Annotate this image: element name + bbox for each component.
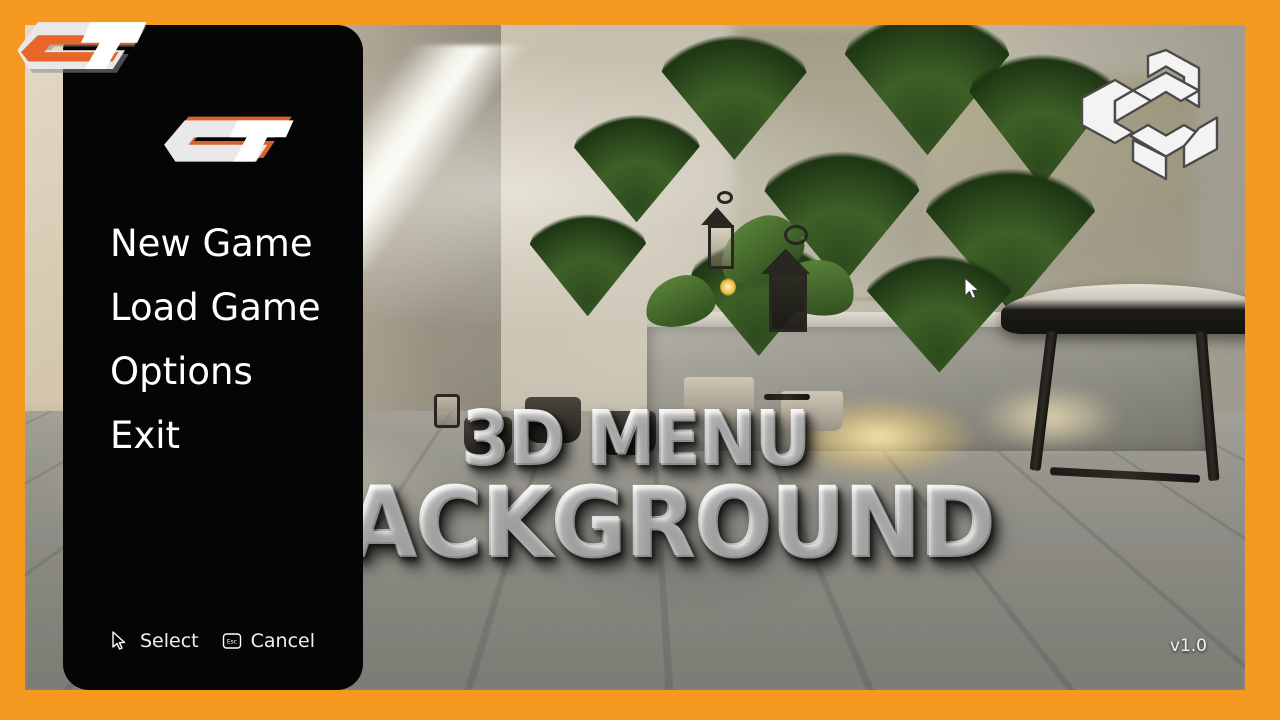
menu-item-options[interactable]: Options	[110, 353, 350, 390]
palm-fan-leaf	[864, 242, 1015, 373]
menu-item-new-game[interactable]: New Game	[110, 225, 350, 262]
main-menu-panel: New Game Load Game Options Exit Select E…	[63, 25, 363, 690]
floor-lantern	[433, 394, 460, 429]
mouse-pointer-icon	[964, 277, 980, 300]
menu-item-list: New Game Load Game Options Exit	[110, 225, 350, 481]
hint-select-label: Select	[140, 630, 199, 652]
unity-logo	[1080, 48, 1219, 181]
plant-pot	[683, 377, 754, 420]
menu-hint-bar: Select Esc Cancel	[110, 630, 315, 652]
st-logo-watermark	[17, 22, 147, 73]
menu-item-exit[interactable]: Exit	[110, 417, 350, 454]
plant-pot	[464, 417, 513, 456]
hint-cancel-label: Cancel	[250, 630, 315, 652]
plant-pot	[598, 410, 657, 455]
plant-pot	[525, 397, 582, 444]
lantern-handle	[783, 224, 808, 245]
hint-select: Select	[110, 630, 199, 652]
mouse-pointer-icon	[112, 631, 126, 650]
esc-key-icon: Esc	[222, 633, 241, 649]
app-window: 3D MENU BACKGROUND v1.0	[0, 0, 1280, 720]
hint-cancel: Esc Cancel	[221, 630, 315, 652]
palm-fan-leaf	[527, 201, 648, 317]
game-viewport: 3D MENU BACKGROUND v1.0	[25, 25, 1245, 690]
st-logo	[164, 116, 294, 162]
ledge-lantern	[708, 224, 735, 269]
front-lantern	[769, 273, 808, 332]
svg-text:Esc: Esc	[227, 638, 237, 645]
lantern-handle	[716, 191, 733, 205]
menu-item-load-game[interactable]: Load Game	[110, 289, 350, 326]
lantern-base	[764, 394, 811, 401]
palm-fan-leaf	[571, 102, 702, 223]
version-label: v1.0	[1169, 636, 1207, 656]
